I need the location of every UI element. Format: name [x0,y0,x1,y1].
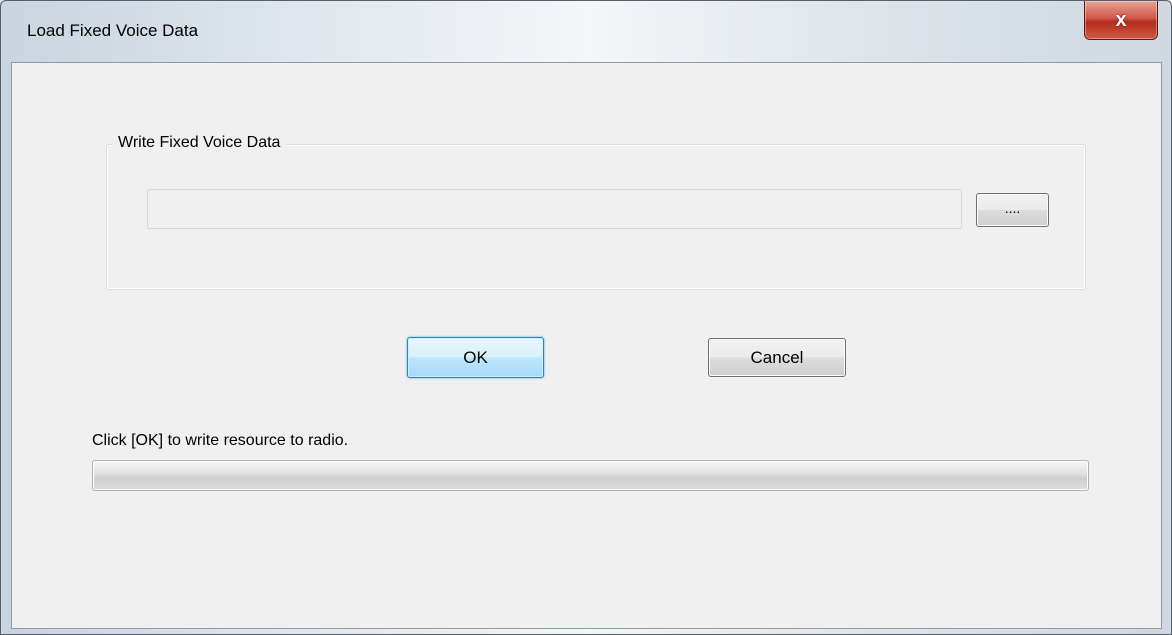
cancel-button-label: Cancel [750,347,804,367]
cancel-button[interactable]: Cancel [708,338,846,377]
browse-button[interactable]: .... [976,193,1049,227]
file-path-input[interactable] [147,189,962,229]
dialog-client-area: Write Fixed Voice Data .... OK Cancel Cl… [11,62,1162,629]
ok-button-label: OK [463,347,488,367]
progress-bar [92,460,1089,491]
dialog-window: Load Fixed Voice Data x Write Fixed Voic… [0,0,1172,635]
window-title: Load Fixed Voice Data [27,21,199,40]
status-text: Click [OK] to write resource to radio. [92,432,349,449]
browse-button-label: .... [1004,200,1021,216]
close-button[interactable]: x [1084,1,1158,40]
group-label: Write Fixed Voice Data [112,134,287,152]
close-icon: x [1115,8,1127,31]
ok-button[interactable]: OK [407,337,544,378]
title-bar[interactable]: Load Fixed Voice Data x [1,1,1171,62]
